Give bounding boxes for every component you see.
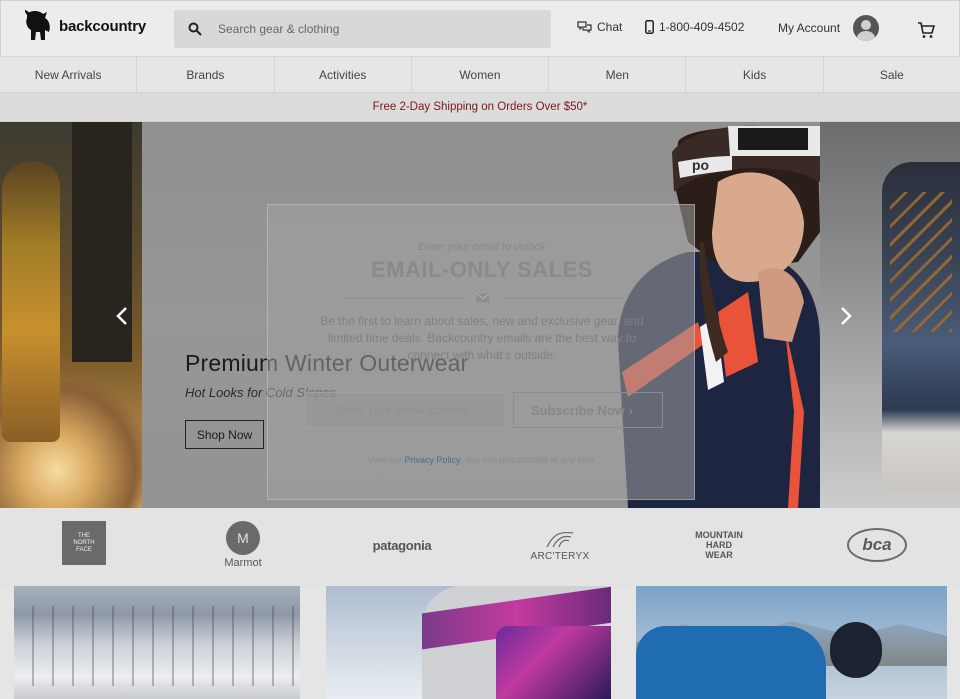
privacy-policy-link[interactable]: Privacy Policy [404, 455, 459, 465]
carousel-prev-arrow-icon[interactable] [115, 306, 129, 326]
shop-now-button[interactable]: Shop Now [185, 420, 264, 449]
marmot-logo-text: Marmot [224, 557, 262, 569]
phone-link[interactable]: 1-800-409-4502 [645, 20, 744, 34]
email-signup-modal: Enter your email to unlock EMAIL-ONLY SA… [267, 204, 695, 500]
chat-icon [577, 21, 592, 33]
mhw-logo-text-2: HARD [706, 540, 732, 550]
arcteryx-logo-icon [546, 531, 574, 547]
arcteryx-logo-text: ARC'TERYX [530, 550, 590, 562]
search-input[interactable] [218, 22, 518, 36]
avatar-icon [853, 15, 880, 41]
carousel-next-arrow-icon[interactable] [839, 306, 853, 326]
promo-tile-helmet-goggles[interactable] [326, 586, 611, 699]
search-bar[interactable] [174, 10, 551, 48]
nav-men[interactable]: Men [549, 57, 687, 92]
my-account-link[interactable]: My Account [778, 15, 880, 41]
marmot-logo-icon: M [226, 521, 260, 555]
person-silhouette [2, 162, 60, 442]
email-input[interactable] [305, 392, 506, 428]
tnf-logo-text: THE NORTH FACE [73, 532, 95, 553]
brand-mountain-hardwear[interactable]: MOUNTAIN HARD WEAR [684, 520, 754, 570]
brand-bca[interactable]: bca [846, 520, 908, 570]
modal-title: EMAIL-ONLY SALES [371, 257, 593, 282]
brand-marmot[interactable]: M Marmot [215, 520, 271, 570]
logo-text: backcountry [59, 17, 146, 35]
tile-skier-helmet [830, 622, 882, 678]
promo-tile-skier[interactable] [636, 586, 947, 699]
fine-prefix: View our [367, 455, 402, 465]
brand-strip: THE NORTH FACE M Marmot patagonia ARC'TE… [0, 508, 960, 586]
chat-label: Chat [597, 20, 623, 34]
tile-skier-jacket [636, 626, 826, 699]
brand-the-north-face[interactable]: THE NORTH FACE [62, 521, 106, 565]
mhw-logo-text-3: WEAR [705, 550, 733, 560]
phone-icon [645, 20, 654, 34]
patagonia-logo-text: patagonia [372, 537, 432, 553]
nav-new-arrivals[interactable]: New Arrivals [0, 57, 138, 92]
divider [504, 298, 622, 299]
main-nav: New Arrivals Brands Activities Women Men… [0, 57, 960, 93]
modal-body: Be the first to learn about sales, new a… [320, 314, 644, 362]
nav-brands[interactable]: Brands [137, 57, 275, 92]
cart-icon[interactable] [917, 21, 935, 39]
brand-patagonia[interactable]: patagonia [367, 520, 437, 570]
search-icon[interactable] [188, 22, 202, 36]
boot-laces [890, 192, 952, 332]
nav-sale[interactable]: Sale [824, 57, 960, 92]
nav-activities[interactable]: Activities [275, 57, 412, 92]
brand-arcteryx[interactable]: ARC'TERYX [528, 520, 592, 570]
account-label: My Account [778, 21, 841, 35]
promo-banner[interactable]: Free 2-Day Shipping on Orders Over $50* [0, 93, 960, 122]
modal-kicker: Enter your email to unlock [418, 241, 546, 253]
bca-logo-text: bca [862, 535, 892, 554]
promo-tile-snowy-forest[interactable] [14, 586, 300, 699]
tree-trunk [72, 122, 132, 362]
bca-logo-icon: bca [847, 528, 907, 562]
site-header: backcountry Chat 1-800-409-4502 My Accou… [0, 0, 960, 57]
goat-logo-icon [25, 10, 50, 40]
mhw-logo-text-1: MOUNTAIN [695, 530, 743, 540]
subscribe-button[interactable]: Subscribe Now › [513, 392, 663, 428]
logo[interactable]: backcountry [23, 10, 146, 42]
divider [344, 298, 464, 299]
nav-kids[interactable]: Kids [686, 57, 824, 92]
svg-text:po: po [692, 157, 709, 173]
nav-women[interactable]: Women [412, 57, 550, 92]
tile-goggle-lens [496, 626, 611, 699]
envelope-icon [476, 293, 490, 303]
tile-trees [14, 606, 300, 686]
phone-number: 1-800-409-4502 [659, 20, 745, 34]
modal-fine-print: View our Privacy Policy. You can unsubsc… [268, 455, 696, 465]
hero-carousel: po Premium Winter Outerwear Hot Looks fo… [0, 122, 960, 508]
chat-link[interactable]: Chat [577, 20, 622, 34]
fine-suffix: . You can unsubscribe at any time. [459, 455, 597, 465]
